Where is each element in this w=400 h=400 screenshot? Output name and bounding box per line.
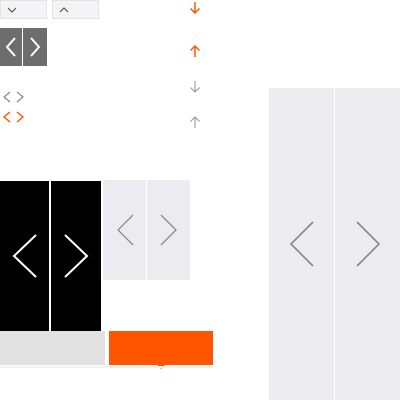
- chevron-right-icon: [353, 219, 383, 269]
- small-orange-nav: [2, 110, 26, 124]
- chevron-left-icon[interactable]: [2, 90, 12, 104]
- small-gray-nav: [2, 90, 26, 104]
- chevron-left-icon: [5, 36, 17, 58]
- large-next-button[interactable]: [335, 88, 400, 400]
- light-prev-button[interactable]: [103, 180, 146, 280]
- black-nav-pair: [0, 181, 101, 331]
- arrow-down-icon[interactable]: [189, 80, 201, 94]
- arrow-up-icon[interactable]: [189, 115, 201, 129]
- chevron-down-icon: [7, 6, 17, 14]
- dark-prev-button[interactable]: [0, 28, 22, 66]
- large-prev-button[interactable]: [269, 88, 334, 400]
- inactive-bar[interactable]: [0, 331, 105, 365]
- chevron-up-icon: [59, 6, 69, 14]
- dark-nav-pair: [0, 28, 47, 66]
- chevron-left-icon: [11, 233, 39, 279]
- arrow-up-icon[interactable]: [189, 44, 201, 58]
- dark-next-button[interactable]: [23, 28, 47, 66]
- light-next-button[interactable]: [147, 180, 190, 280]
- light-nav-pair: [103, 180, 190, 280]
- arrow-down-icon[interactable]: [189, 1, 201, 15]
- chevron-left-icon[interactable]: [2, 110, 12, 124]
- active-bar[interactable]: [109, 331, 213, 365]
- dropdown-toggle-up[interactable]: [52, 0, 99, 19]
- chevron-right-icon: [159, 213, 179, 247]
- black-next-button[interactable]: [51, 181, 101, 331]
- chevron-right-icon[interactable]: [15, 90, 25, 104]
- chevron-right-icon: [62, 233, 90, 279]
- black-prev-button[interactable]: [0, 181, 49, 331]
- chevron-right-icon: [29, 36, 41, 58]
- chevron-left-icon: [115, 213, 135, 247]
- large-nav-panel: [269, 88, 400, 400]
- chevron-right-icon[interactable]: [15, 110, 25, 124]
- chevron-left-icon: [287, 219, 317, 269]
- dropdown-toggle-down[interactable]: [0, 0, 47, 19]
- bar-underline: [0, 366, 213, 368]
